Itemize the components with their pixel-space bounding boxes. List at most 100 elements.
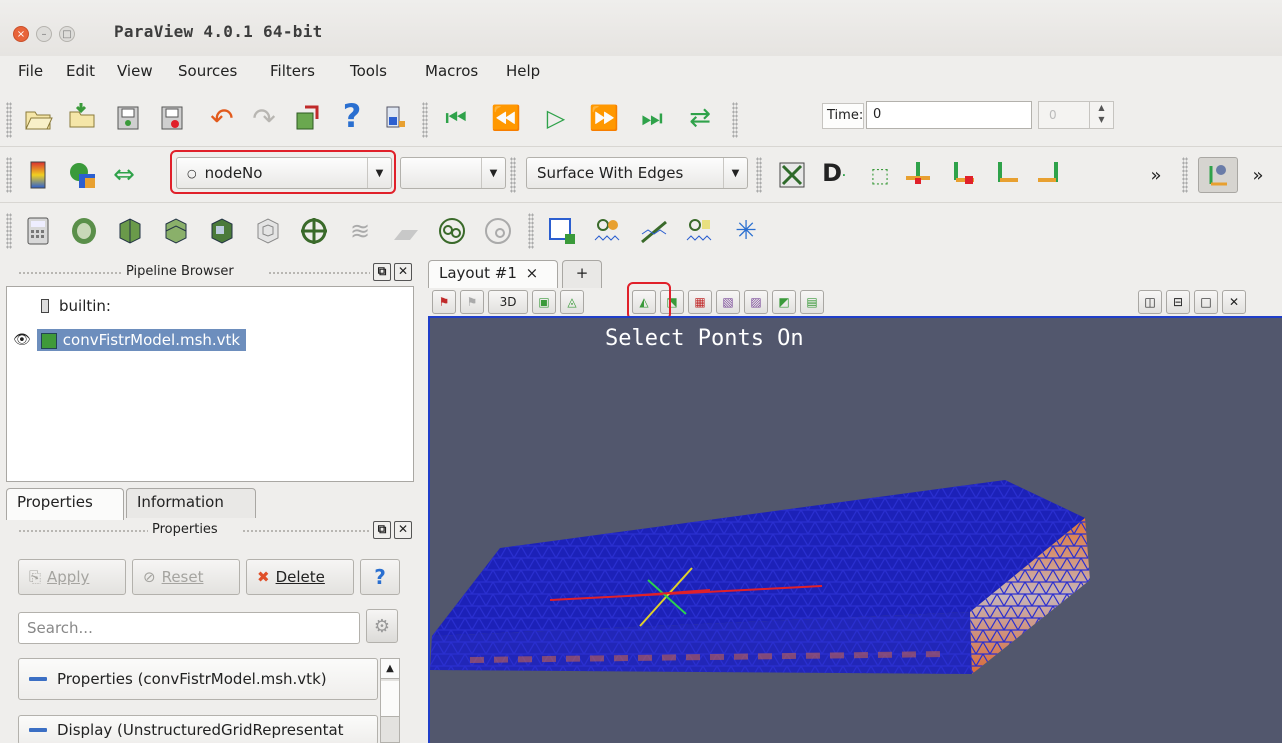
time-input[interactable]: 0 bbox=[866, 101, 1032, 129]
stream-tracer-icon[interactable]: ≋ bbox=[344, 215, 376, 247]
dock-grip[interactable] bbox=[18, 529, 148, 533]
menu-help[interactable]: Help bbox=[506, 62, 540, 80]
split-horizontal-icon[interactable]: ◫ bbox=[1138, 290, 1162, 314]
set-view-plus-y-icon[interactable] bbox=[990, 157, 1022, 189]
set-view-minus-y-icon[interactable] bbox=[1034, 157, 1066, 189]
close-view-icon[interactable]: ✕ bbox=[1222, 290, 1246, 314]
scroll-thumb[interactable] bbox=[381, 681, 399, 717]
slice-icon[interactable] bbox=[160, 215, 192, 247]
plot-selection-over-time-icon[interactable] bbox=[592, 215, 624, 247]
plot-data-icon[interactable] bbox=[684, 215, 716, 247]
help-button[interactable]: ? bbox=[360, 559, 400, 595]
loop-icon[interactable]: ⇄ bbox=[684, 102, 716, 134]
menu-view[interactable]: View bbox=[117, 62, 153, 80]
selection-inspector-icon[interactable] bbox=[546, 215, 578, 247]
extract-subset-icon[interactable] bbox=[252, 215, 284, 247]
split-vertical-icon[interactable]: ⊟ bbox=[1166, 290, 1190, 314]
toolbar-grip[interactable] bbox=[528, 213, 534, 249]
timestep-spinbox[interactable]: 0 ▲ ▼ bbox=[1038, 101, 1114, 129]
toggle-3d-button[interactable]: 3D bbox=[488, 290, 528, 314]
toolbar-grip[interactable] bbox=[422, 102, 428, 138]
float-panel-button[interactable]: ⧉ bbox=[373, 521, 391, 539]
spin-buttons[interactable]: ▲ ▼ bbox=[1089, 102, 1113, 128]
select-polygon-icon[interactable]: ◩ bbox=[772, 290, 796, 314]
clear-selection-icon[interactable]: ▤ bbox=[800, 290, 824, 314]
toolbar-grip[interactable] bbox=[756, 157, 762, 193]
toolbar-grip[interactable] bbox=[6, 157, 12, 193]
minimize-window-button[interactable]: – bbox=[36, 26, 52, 42]
dock-grip[interactable] bbox=[18, 271, 122, 275]
component-combo[interactable]: ▼ bbox=[400, 157, 506, 189]
advanced-settings-button[interactable]: ⚙ bbox=[366, 609, 398, 643]
warp-by-vector-icon[interactable] bbox=[390, 215, 422, 247]
toolbar-overflow-icon[interactable]: » bbox=[1140, 159, 1172, 191]
load-state-icon[interactable] bbox=[66, 100, 98, 132]
save-state-icon[interactable] bbox=[156, 102, 188, 134]
calculator-icon[interactable] bbox=[22, 215, 54, 247]
maximize-view-icon[interactable]: □ bbox=[1194, 290, 1218, 314]
properties-search-input[interactable]: Search... bbox=[18, 612, 360, 644]
tree-item-selected[interactable]: convFistrModel.msh.vtk bbox=[36, 329, 247, 351]
properties-section-header[interactable]: Properties (convFistrModel.msh.vtk) bbox=[18, 658, 378, 700]
select-points-on-icon[interactable]: ◬ bbox=[560, 290, 584, 314]
pipeline-tree[interactable]: builtin: 👁 convFistrModel.msh.vtk bbox=[6, 286, 414, 482]
reset-button[interactable]: ⊘ Reset bbox=[132, 559, 240, 595]
last-frame-icon[interactable]: ⏭ bbox=[636, 102, 668, 134]
open-file-icon[interactable] bbox=[22, 102, 54, 134]
connect-icon[interactable] bbox=[290, 102, 322, 134]
dock-grip[interactable] bbox=[268, 271, 370, 275]
scroll-up-icon[interactable]: ▲ bbox=[381, 659, 399, 679]
zoom-to-data-icon[interactable]: D. bbox=[818, 157, 850, 189]
toolbar-grip[interactable] bbox=[510, 157, 516, 193]
help-icon[interactable]: ? bbox=[336, 97, 368, 135]
select-block-icon[interactable]: ▦ bbox=[688, 290, 712, 314]
menu-sources[interactable]: Sources bbox=[178, 62, 237, 80]
undo-icon[interactable]: ↶ bbox=[206, 102, 238, 135]
tree-item-builtin[interactable]: builtin: bbox=[41, 297, 111, 315]
close-panel-button[interactable]: ✕ bbox=[394, 263, 412, 281]
threshold-icon[interactable] bbox=[206, 215, 238, 247]
toolbar-grip[interactable] bbox=[732, 102, 738, 138]
maximize-window-button[interactable]: □ bbox=[59, 26, 75, 42]
redo-icon[interactable]: ↷ bbox=[248, 102, 280, 135]
tab-information[interactable]: Information bbox=[126, 488, 256, 518]
interactive-select-cells-icon[interactable]: ▧ bbox=[716, 290, 740, 314]
menu-edit[interactable]: Edit bbox=[66, 62, 95, 80]
representation-combo[interactable]: Surface With Edges ▼ bbox=[526, 157, 748, 189]
apply-button[interactable]: ⎘ Apply bbox=[18, 559, 126, 595]
reset-camera-icon[interactable] bbox=[776, 159, 808, 191]
dock-grip[interactable] bbox=[242, 529, 370, 533]
group-datasets-icon[interactable] bbox=[436, 215, 468, 247]
toolbar-grip[interactable] bbox=[1182, 157, 1188, 193]
color-legend-icon[interactable] bbox=[22, 159, 54, 191]
delete-button[interactable]: ✖ Delete bbox=[246, 559, 354, 595]
display-section-header[interactable]: Display (UnstructuredGridRepresentat bbox=[18, 715, 378, 743]
rescale-range-icon[interactable]: ⇔ bbox=[108, 159, 140, 191]
glyph-icon[interactable] bbox=[298, 215, 330, 247]
menu-tools[interactable]: Tools bbox=[350, 62, 387, 80]
close-window-button[interactable]: × bbox=[13, 26, 29, 42]
toolbar-grip[interactable] bbox=[6, 213, 12, 249]
capture-screenshot-icon[interactable]: ⚑ bbox=[432, 290, 456, 314]
next-frame-icon[interactable]: ⏩ bbox=[588, 102, 620, 134]
eye-icon[interactable]: 👁 bbox=[13, 332, 31, 348]
float-panel-button[interactable]: ⧉ bbox=[373, 263, 391, 281]
contour-icon[interactable] bbox=[68, 215, 100, 247]
tree-item-source[interactable]: 👁 convFistrModel.msh.vtk bbox=[13, 329, 247, 351]
select-cells-on-icon[interactable]: ▣ bbox=[532, 290, 556, 314]
zoom-to-box-icon[interactable]: ⬚ bbox=[864, 159, 896, 191]
menu-macros[interactable]: Macros bbox=[425, 62, 478, 80]
properties-scrollbar[interactable]: ▲ bbox=[380, 658, 400, 743]
menu-filters[interactable]: Filters bbox=[270, 62, 315, 80]
set-view-minus-x-icon[interactable] bbox=[946, 157, 978, 189]
camera-link-icon[interactable] bbox=[1198, 157, 1238, 193]
tab-properties[interactable]: Properties bbox=[6, 488, 124, 520]
set-view-plus-x-icon[interactable] bbox=[902, 157, 934, 189]
extract-level-icon[interactable] bbox=[482, 215, 514, 247]
toolbar-overflow-icon[interactable]: » bbox=[1242, 159, 1274, 191]
close-panel-button[interactable]: ✕ bbox=[394, 521, 412, 539]
previous-frame-icon[interactable]: ⏪ bbox=[490, 102, 522, 134]
toolbar-grip[interactable] bbox=[6, 102, 12, 138]
plot-over-line-icon[interactable] bbox=[638, 215, 670, 247]
reset-view-icon[interactable]: ⚑ bbox=[460, 290, 484, 314]
